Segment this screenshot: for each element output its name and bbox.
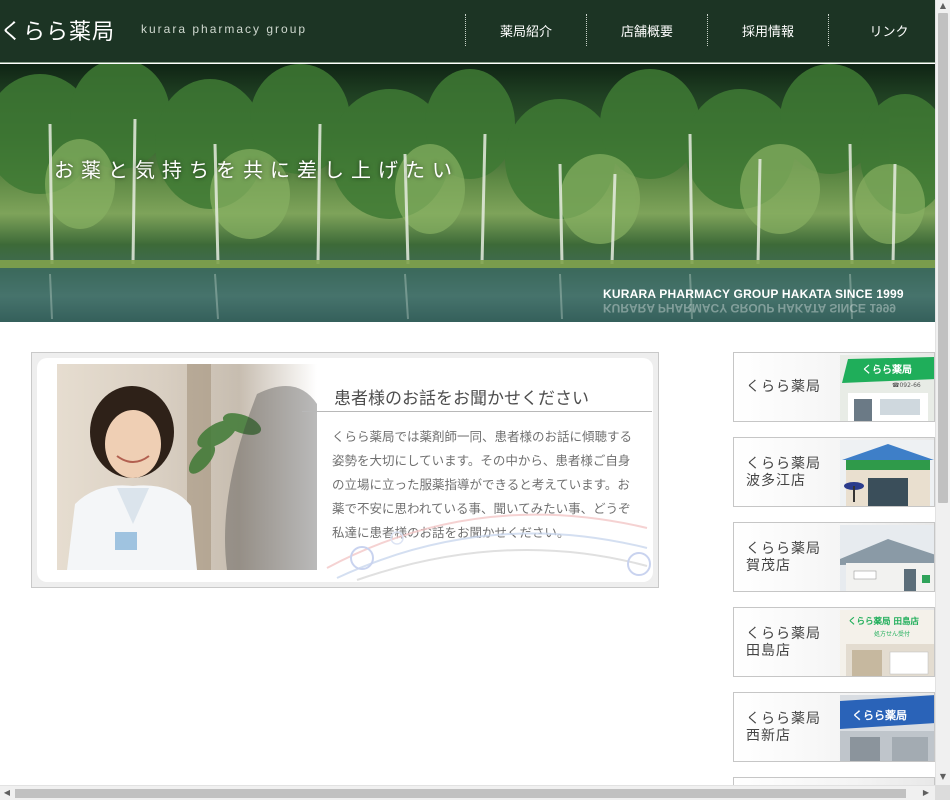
store-sign-text: くらら薬局 bbox=[852, 708, 907, 722]
store-name: くらら薬局 bbox=[746, 711, 821, 727]
pharmacist-photo bbox=[57, 364, 317, 570]
store-list: くらら薬局 くらら薬局 ☎092-66 くらら薬局 波多江店 くらら薬局 賀茂店 bbox=[733, 352, 935, 800]
store-sign-sub: 処方せん受付 bbox=[874, 630, 910, 638]
store-card-kurara-main[interactable]: くらら薬局 くらら薬局 ☎092-66 bbox=[733, 352, 935, 422]
nav-item-pharmacy-intro[interactable]: 薬局紹介 bbox=[465, 14, 586, 46]
message-divider bbox=[302, 411, 652, 412]
store-card-nishijin[interactable]: くらら薬局 西新店 くらら薬局 bbox=[733, 692, 935, 762]
store-sign-text: くらら薬局 田島店 bbox=[848, 616, 919, 627]
horizontal-scroll-thumb[interactable] bbox=[15, 789, 906, 798]
hero-tagline: お薬と気持ちを共に差し上げたい bbox=[54, 158, 459, 182]
store-branch: 賀茂店 bbox=[746, 558, 791, 574]
store-sign-text: くらら薬局 bbox=[862, 363, 912, 376]
site-logo-subtitle: kurara pharmacy group bbox=[141, 22, 308, 36]
store-sign-phone: ☎092-66 bbox=[892, 382, 921, 389]
store-card-tajima[interactable]: くらら薬局 田島店 くらら薬局 田島店 処方せん受付 bbox=[733, 607, 935, 677]
store-photo bbox=[840, 440, 934, 506]
nav-item-links[interactable]: リンク bbox=[828, 14, 949, 46]
forest-lake-image bbox=[0, 64, 935, 322]
horizontal-scrollbar[interactable]: ◀ ▶ bbox=[0, 785, 935, 800]
store-photo: くらら薬局 ☎092-66 bbox=[840, 355, 934, 421]
scrollbar-corner bbox=[935, 785, 950, 800]
site-header: くらら薬局 kurara pharmacy group 薬局紹介 店舗概要 採用… bbox=[0, 0, 935, 63]
scroll-up-icon[interactable]: ▲ bbox=[937, 1, 949, 11]
hero-banner: お薬と気持ちを共に差し上げたい KURARA PHARMACY GROUP HA… bbox=[0, 64, 935, 322]
store-branch: 西新店 bbox=[746, 728, 791, 744]
scroll-right-icon[interactable]: ▶ bbox=[920, 788, 932, 798]
store-photo: くらら薬局 bbox=[840, 695, 934, 761]
store-name: くらら薬局 bbox=[746, 626, 821, 642]
store-photo: くらら薬局 田島店 処方せん受付 bbox=[840, 610, 934, 676]
scroll-down-icon[interactable]: ▼ bbox=[937, 772, 949, 782]
message-panel: 患者様のお話をお聞かせください くらら薬局では薬剤師一同、患者様のお話に傾聴する… bbox=[31, 352, 659, 588]
decorative-swirl bbox=[326, 513, 651, 581]
scroll-left-icon[interactable]: ◀ bbox=[1, 788, 13, 798]
main-nav: 薬局紹介 店舗概要 採用情報 リンク bbox=[465, 14, 949, 46]
vertical-scroll-thumb[interactable] bbox=[938, 13, 948, 503]
store-branch: 波多江店 bbox=[746, 473, 806, 489]
store-branch: 田島店 bbox=[746, 643, 791, 659]
store-photo bbox=[840, 525, 934, 591]
vertical-scrollbar[interactable]: ▲ ▼ bbox=[935, 0, 950, 785]
message-title: 患者様のお話をお聞かせください bbox=[334, 389, 589, 409]
hero-caption-reflection: KURARA PHARMACY GROUP HAKATA SINCE 1999 bbox=[603, 301, 896, 315]
store-name: くらら薬局 bbox=[746, 541, 821, 557]
nav-item-recruitment[interactable]: 採用情報 bbox=[707, 14, 828, 46]
store-card-hatae[interactable]: くらら薬局 波多江店 bbox=[733, 437, 935, 507]
hero-caption: KURARA PHARMACY GROUP HAKATA SINCE 1999 bbox=[603, 287, 904, 301]
nav-item-store-overview[interactable]: 店舗概要 bbox=[586, 14, 707, 46]
store-name: くらら薬局 bbox=[746, 379, 821, 395]
store-card-kamo[interactable]: くらら薬局 賀茂店 bbox=[733, 522, 935, 592]
message-panel-inner: 患者様のお話をお聞かせください くらら薬局では薬剤師一同、患者様のお話に傾聴する… bbox=[37, 358, 653, 582]
site-logo[interactable]: くらら薬局 bbox=[0, 14, 115, 46]
store-name: くらら薬局 bbox=[746, 456, 821, 472]
